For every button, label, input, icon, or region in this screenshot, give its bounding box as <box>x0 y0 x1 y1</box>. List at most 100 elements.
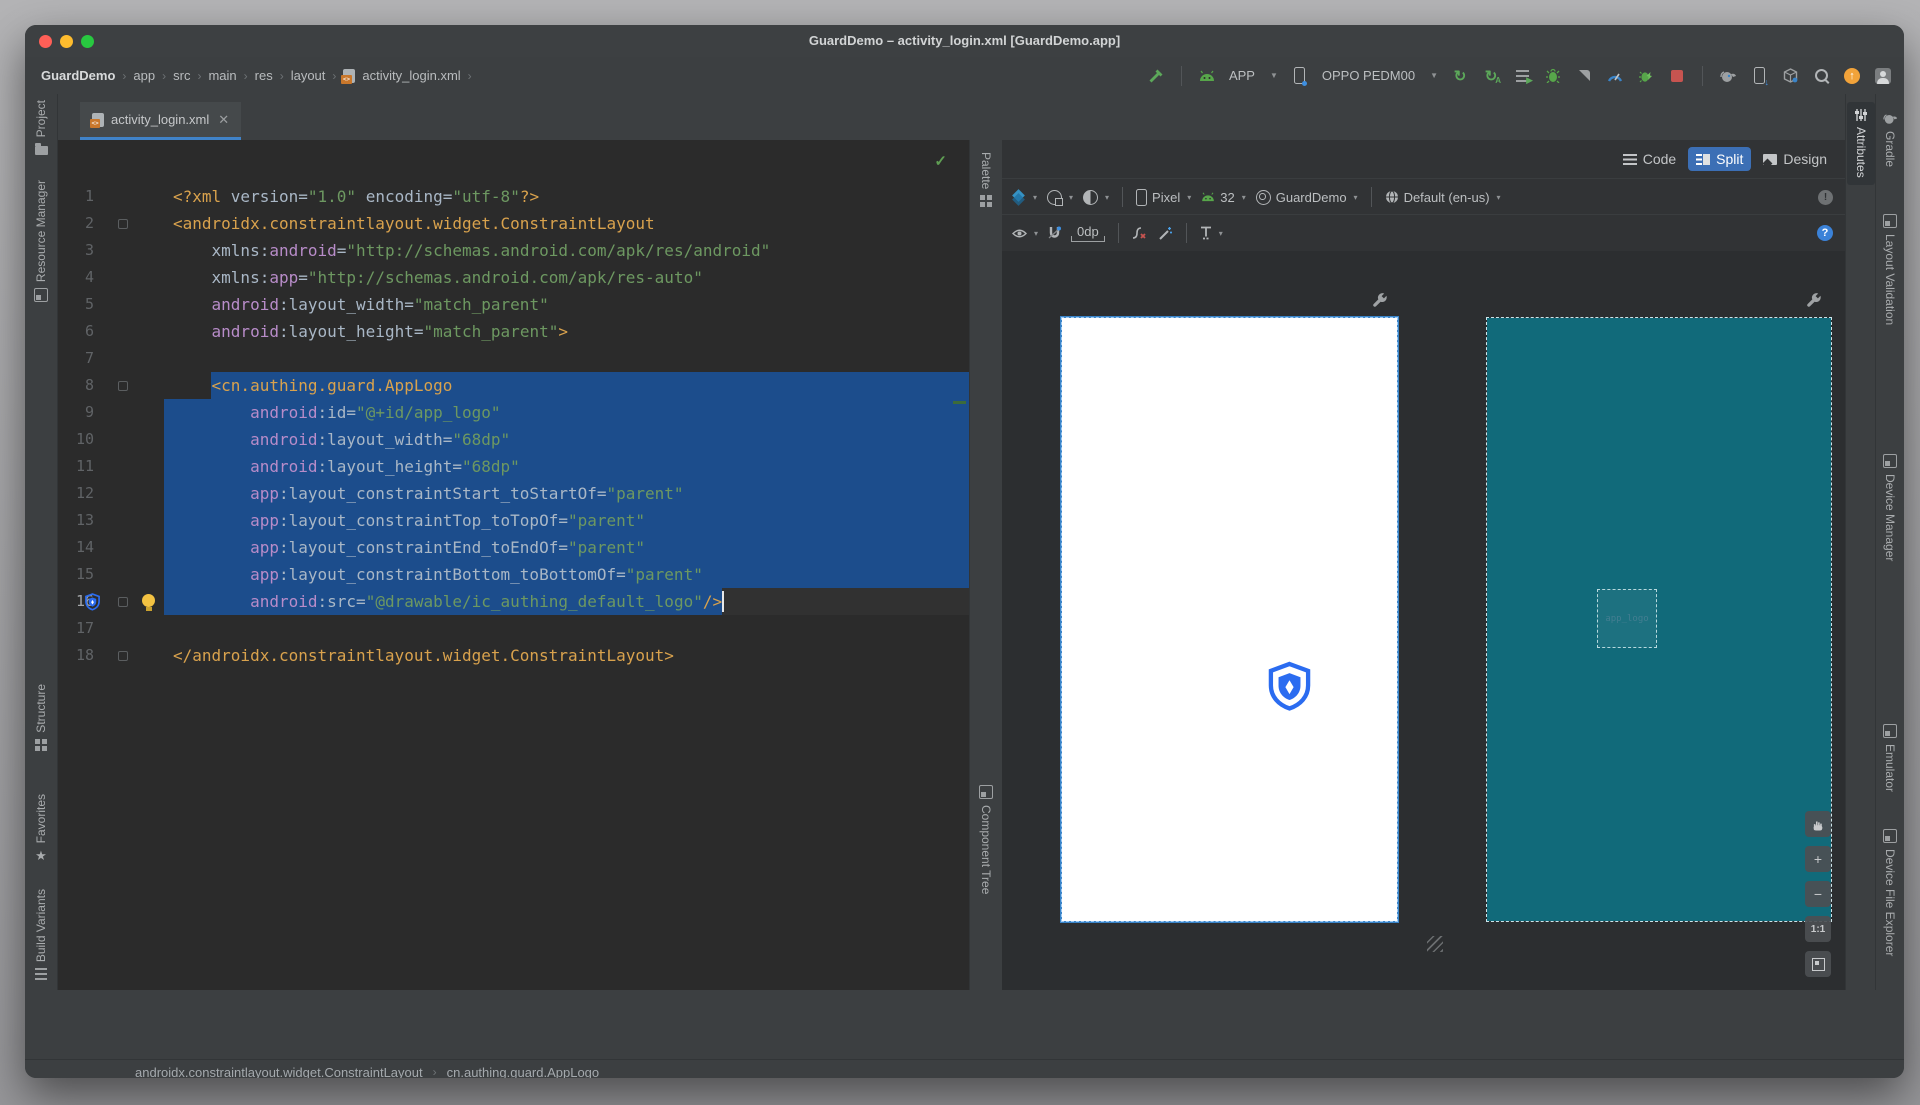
code-line-1[interactable]: <?xml version="1.0" encoding="utf-8"?> <box>173 183 969 210</box>
sidebar-item-device-manager[interactable]: Device Manager <box>1876 454 1904 561</box>
sidebar-item-structure[interactable]: Structure <box>25 684 57 751</box>
fold-marker[interactable] <box>118 381 128 391</box>
zoom-actual-size-button[interactable]: 1:1 <box>1805 916 1831 942</box>
sidebar-item-gradle[interactable]: Gradle <box>1876 112 1904 167</box>
user-avatar[interactable] <box>1874 67 1892 85</box>
profile-app-icon[interactable] <box>1637 67 1655 85</box>
code-editor[interactable]: 123456789101112131415161718 <?xml versio… <box>58 140 969 990</box>
mode-split-button[interactable]: Split <box>1688 147 1751 171</box>
sidebar-item-resource-manager[interactable]: Resource Manager <box>25 180 57 302</box>
breadcrumb-item-activity_login.xml[interactable]: activity_login.xml <box>362 68 460 83</box>
code-line-10[interactable]: android:layout_width="68dp" <box>173 426 969 453</box>
sidebar-item-favorites[interactable]: Favorites★ <box>25 794 57 864</box>
locale-select[interactable]: Default (en-us)▾ <box>1385 190 1501 205</box>
gradle-sync-icon[interactable] <box>1719 67 1737 85</box>
sidebar-item-device-file-explorer[interactable]: Device File Explorer <box>1876 829 1904 956</box>
attach-debugger-icon[interactable] <box>1575 67 1593 85</box>
sdk-manager-icon[interactable] <box>1781 67 1799 85</box>
zoom-to-fit-button[interactable] <box>1805 951 1831 977</box>
device-config-wrench-icon[interactable] <box>1806 291 1822 307</box>
issue-panel-icon[interactable]: ! <box>1818 190 1833 205</box>
theme-select[interactable]: GuardDemo▾ <box>1256 190 1358 205</box>
view-options-button[interactable]: ▾ <box>1012 228 1038 239</box>
design-canvas[interactable]: app_logo + − 1:1 <box>1002 251 1845 990</box>
code-line-12[interactable]: app:layout_constraintStart_toStartOf="pa… <box>173 480 969 507</box>
close-icon[interactable]: ✕ <box>218 112 229 128</box>
breadcrumb-item-layout[interactable]: layout <box>291 68 326 83</box>
code-line-11[interactable]: android:layout_height="68dp" <box>173 453 969 480</box>
tab-component-tree[interactable]: Component Tree <box>970 785 1002 894</box>
stop-icon[interactable] <box>1668 67 1686 85</box>
help-icon[interactable]: ? <box>1817 225 1833 241</box>
sidebar-item-emulator[interactable]: Emulator <box>1876 724 1904 792</box>
breadcrumb-item-main[interactable]: main <box>208 68 236 83</box>
profiler-icon[interactable] <box>1606 67 1624 85</box>
api-level-select[interactable]: 32▾ <box>1201 190 1245 205</box>
chevron-down-icon[interactable]: ▼ <box>1270 71 1278 80</box>
code-line-18[interactable]: </androidx.constraintlayout.widget.Const… <box>173 642 969 669</box>
run-config-select[interactable]: APP <box>1229 68 1255 83</box>
apply-changes-icon[interactable]: ↻ <box>1451 67 1469 85</box>
code-line-16[interactable]: android:src="@drawable/ic_authing_defaul… <box>173 588 969 615</box>
fold-marker[interactable] <box>118 651 128 661</box>
clear-constraints-button[interactable] <box>1132 226 1148 240</box>
error-stripe-selection-mark[interactable] <box>953 401 966 404</box>
code-line-13[interactable]: app:layout_constraintTop_toTopOf="parent… <box>173 507 969 534</box>
inspections-ok-icon[interactable]: ✓ <box>934 152 947 170</box>
default-margin-select[interactable]: 0dp <box>1071 224 1105 242</box>
tab-palette[interactable]: Palette <box>970 152 1002 207</box>
device-manager-icon[interactable]: ↓ <box>1750 67 1768 85</box>
pack-align-button[interactable]: ▾ <box>1200 226 1223 240</box>
breadcrumb-selected-tag[interactable]: cn.authing.guard.AppLogo <box>447 1065 600 1079</box>
tab-attributes[interactable]: Attributes <box>1847 102 1875 185</box>
app-logo-shield-icon[interactable] <box>1266 661 1313 712</box>
mode-design-button[interactable]: Design <box>1755 147 1835 171</box>
device-resize-handle[interactable] <box>1427 936 1443 952</box>
update-available-icon[interactable]: ↑ <box>1843 67 1861 85</box>
orientation-button[interactable]: ▾ <box>1047 190 1073 205</box>
app-logo-placeholder[interactable]: app_logo <box>1597 589 1657 648</box>
sidebar-item-build-variants[interactable]: Build Variants <box>25 889 57 980</box>
autoconnect-toggle[interactable] <box>1048 226 1061 240</box>
night-mode-button[interactable]: ▾ <box>1083 190 1109 205</box>
code-line-17[interactable] <box>173 615 969 642</box>
code-line-14[interactable]: app:layout_constraintEnd_toEndOf="parent… <box>173 534 969 561</box>
fold-marker[interactable] <box>118 597 128 607</box>
tab-activity-login-xml[interactable]: activity_login.xml ✕ <box>80 102 241 140</box>
pan-hand-button[interactable] <box>1805 811 1831 837</box>
infer-constraints-button[interactable] <box>1158 226 1173 241</box>
run-tasks-icon[interactable]: ▶ <box>1513 67 1531 85</box>
code-line-9[interactable]: android:id="@+id/app_logo" <box>173 399 969 426</box>
breadcrumb-item-src[interactable]: src <box>173 68 190 83</box>
build-hammer-icon[interactable] <box>1147 67 1165 85</box>
fold-marker[interactable] <box>118 219 128 229</box>
apply-code-changes-icon[interactable]: ↻A <box>1482 67 1500 85</box>
code-line-3[interactable]: xmlns:android="http://schemas.android.co… <box>173 237 969 264</box>
code-line-6[interactable]: android:layout_height="match_parent"> <box>173 318 969 345</box>
search-everywhere-icon[interactable] <box>1812 67 1830 85</box>
device-select[interactable]: OPPO PEDM00 <box>1322 68 1415 83</box>
sidebar-item-project[interactable]: Project <box>25 100 57 155</box>
debug-icon[interactable] <box>1544 67 1562 85</box>
mode-code-button[interactable]: Code <box>1615 147 1684 171</box>
code-line-7[interactable] <box>173 345 969 372</box>
breadcrumb-item-GuardDemo[interactable]: GuardDemo <box>41 68 115 83</box>
device-select[interactable]: Pixel▾ <box>1136 189 1191 206</box>
breadcrumb-item-app[interactable]: app <box>133 68 155 83</box>
design-device-preview[interactable] <box>1062 318 1397 921</box>
blueprint-device-preview[interactable]: app_logo <box>1487 318 1831 921</box>
sidebar-item-layout-validation[interactable]: Layout Validation <box>1876 214 1904 325</box>
code-line-4[interactable]: xmlns:app="http://schemas.android.com/ap… <box>173 264 969 291</box>
device-config-wrench-icon[interactable] <box>1372 291 1388 307</box>
breadcrumb-item-res[interactable]: res <box>255 68 273 83</box>
zoom-in-button[interactable]: + <box>1805 846 1831 872</box>
code-line-15[interactable]: app:layout_constraintBottom_toBottomOf="… <box>173 561 969 588</box>
intention-bulb-icon[interactable] <box>142 594 155 607</box>
code-line-5[interactable]: android:layout_width="match_parent" <box>173 291 969 318</box>
breadcrumb-root-tag[interactable]: androidx.constraintlayout.widget.Constra… <box>135 1065 423 1079</box>
code-line-2[interactable]: <androidx.constraintlayout.widget.Constr… <box>173 210 969 237</box>
surface-select-button[interactable]: ▾ <box>1012 190 1037 204</box>
zoom-out-button[interactable]: − <box>1805 881 1831 907</box>
code-line-8[interactable]: <cn.authing.guard.AppLogo <box>173 372 969 399</box>
chevron-down-icon[interactable]: ▼ <box>1430 71 1438 80</box>
